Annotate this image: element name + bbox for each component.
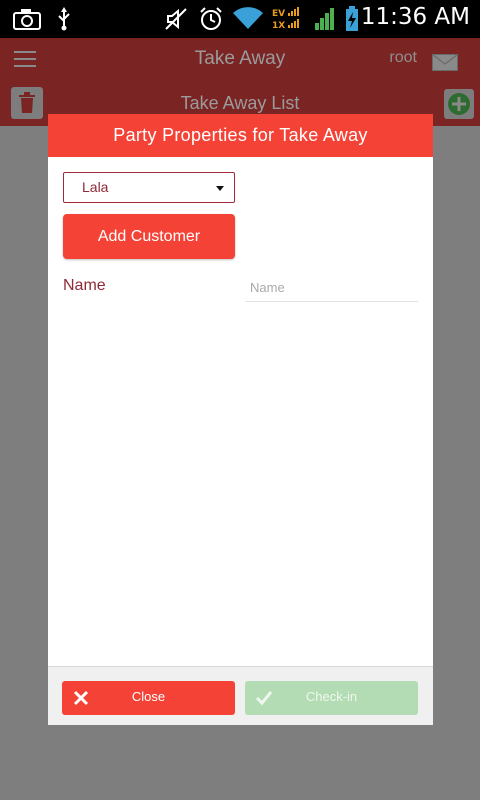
add-circle-icon[interactable] — [444, 89, 474, 119]
evdo-signal-icon: EV 1X — [270, 6, 306, 32]
name-label: Name — [63, 277, 106, 294]
battery-charging-icon — [343, 6, 361, 32]
customer-select-value: Lala — [82, 179, 109, 195]
party-properties-dialog: Party Properties for Take Away Lala Add … — [48, 114, 433, 725]
status-bar: EV 1X 11:36 AM — [0, 0, 480, 38]
close-button[interactable]: Close — [62, 681, 235, 715]
check-in-button[interactable]: Check-in — [245, 681, 418, 715]
status-time: 11:36 AM — [360, 4, 470, 30]
check-in-button-label: Check-in — [305, 689, 358, 704]
mail-icon[interactable] — [432, 54, 458, 71]
add-customer-button[interactable]: Add Customer — [63, 214, 235, 259]
user-label: root — [389, 49, 417, 66]
svg-text:EV: EV — [272, 9, 285, 19]
app-bar: Take Away root — [0, 38, 480, 82]
signal-icon — [313, 6, 337, 32]
wifi-icon — [231, 6, 265, 32]
dialog-footer: Close Check-in — [48, 666, 433, 725]
usb-icon — [54, 6, 74, 32]
svg-text:1X: 1X — [272, 21, 285, 31]
close-button-label: Close — [131, 689, 166, 704]
mute-icon — [163, 6, 189, 32]
alarm-icon — [198, 6, 224, 32]
customer-select[interactable]: Lala — [63, 172, 235, 203]
name-input[interactable] — [245, 274, 418, 302]
camera-icon — [12, 6, 42, 32]
list-title: Take Away List — [180, 93, 300, 113]
dialog-title: Party Properties for Take Away — [48, 114, 433, 157]
caret-down-icon — [216, 186, 224, 191]
